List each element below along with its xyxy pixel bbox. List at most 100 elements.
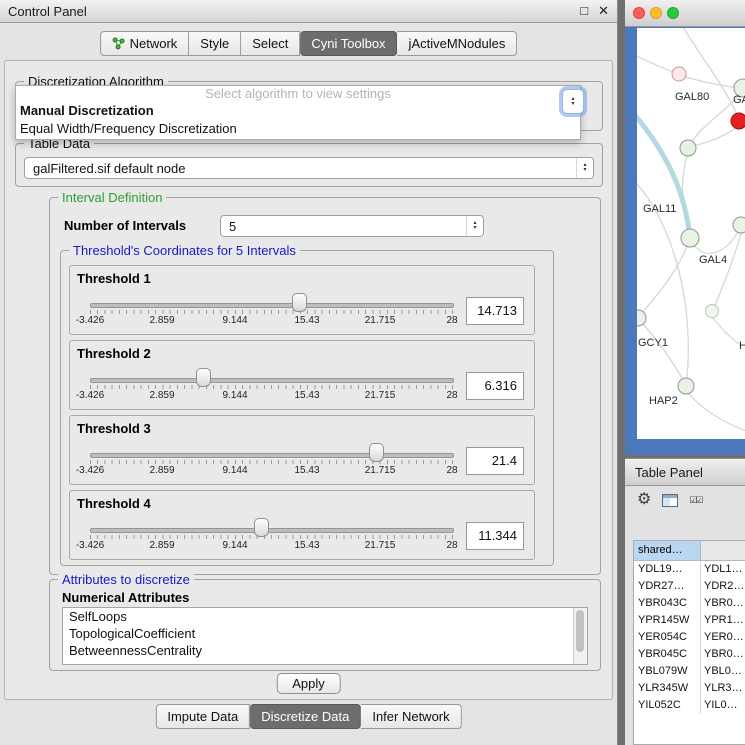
- tick-label: 15.43: [294, 315, 319, 326]
- cell: YLR345W: [634, 680, 701, 697]
- tick-label: 2.859: [149, 540, 174, 551]
- list-item[interactable]: TopologicalCoefficient: [63, 625, 587, 642]
- table-row[interactable]: YPR145W YPR1…: [634, 612, 745, 629]
- list-item[interactable]: SelfLoops: [63, 608, 587, 625]
- tab-label: Style: [200, 36, 229, 51]
- table-row[interactable]: YBR045C YBR0…: [634, 646, 745, 663]
- cell: YDL19…: [634, 561, 701, 578]
- tab-select[interactable]: Select: [241, 31, 300, 56]
- node-label: GA: [733, 94, 745, 106]
- network-node[interactable]: [733, 217, 745, 233]
- algorithm-combo-stepper[interactable]: ▴ ▾: [562, 89, 584, 114]
- cell: YBR045C: [634, 646, 701, 663]
- network-node[interactable]: [637, 310, 646, 326]
- table-row[interactable]: YBR043C YBR0…: [634, 595, 745, 612]
- tab-infer-network[interactable]: Infer Network: [361, 704, 461, 729]
- column-header-shared-name[interactable]: shared…: [634, 541, 701, 560]
- column-header-2[interactable]: [701, 541, 745, 560]
- float-window-icon[interactable]: □: [580, 3, 588, 19]
- threshold-value-field[interactable]: 11.344: [466, 522, 524, 550]
- table-panel: Table Panel ⚙ ☑☑ shared… YDL19… YDL1… YD…: [625, 458, 745, 745]
- threshold-label: Threshold 1: [77, 271, 151, 286]
- minimize-traffic-light[interactable]: [650, 7, 662, 19]
- cell: YIL0…: [701, 697, 745, 714]
- tab-label: Select: [252, 36, 288, 51]
- algorithm-option-equal-width[interactable]: Equal Width/Frequency Discretization: [16, 120, 580, 138]
- tick-label: 2.859: [149, 465, 174, 476]
- threshold-value-field[interactable]: 21.4: [466, 447, 524, 475]
- show-columns-icon[interactable]: [662, 494, 678, 507]
- node-label: GAL11: [643, 203, 676, 215]
- tab-impute-data[interactable]: Impute Data: [155, 704, 250, 729]
- table-row[interactable]: YLR345W YLR3…: [634, 680, 745, 697]
- slider-ticks: [90, 460, 453, 464]
- slider-ticks: [90, 385, 453, 389]
- number-of-intervals-label: Number of Intervals: [64, 218, 186, 233]
- tick-label: 28: [446, 315, 457, 326]
- threshold-value-field[interactable]: 14.713: [466, 297, 524, 325]
- cyni-toolbox-panel: Discretization Algorithm Select algorith…: [4, 60, 613, 700]
- cell: YBL079W: [634, 663, 701, 680]
- tab-discretize-data[interactable]: Discretize Data: [250, 704, 361, 729]
- number-of-intervals-combo[interactable]: 5 ▴ ▾: [220, 215, 484, 237]
- tick-label: 28: [446, 540, 457, 551]
- tick-label: 2.859: [149, 390, 174, 401]
- network-node[interactable]: [681, 229, 699, 247]
- cell: YBR0…: [701, 595, 745, 612]
- node-table: shared… YDL19… YDL1… YDR27… YDR2… YBR043…: [633, 540, 745, 745]
- node-label: GAL80: [675, 91, 709, 103]
- threshold-value-field[interactable]: 6.316: [466, 372, 524, 400]
- table-data-combo[interactable]: galFiltered.sif default node ▴ ▾: [24, 157, 594, 179]
- thresholds-group: Threshold's Coordinates for 5 Intervals …: [60, 250, 554, 566]
- slider-track[interactable]: [90, 303, 454, 308]
- combo-stepper-icon: ▴ ▾: [576, 158, 593, 178]
- select-columns-icon[interactable]: ☑☑: [689, 495, 701, 506]
- tick-label: 15.43: [294, 540, 319, 551]
- network-node[interactable]: [680, 140, 696, 156]
- close-traffic-light[interactable]: [633, 7, 645, 19]
- cell: YPR145W: [634, 612, 701, 629]
- tab-cyni-toolbox[interactable]: Cyni Toolbox: [300, 31, 397, 56]
- tab-label: Impute Data: [167, 709, 238, 724]
- cell: YIL052C: [634, 697, 701, 714]
- slider-track[interactable]: [90, 453, 454, 458]
- list-scrollbar[interactable]: [573, 608, 587, 664]
- slider-track[interactable]: [90, 528, 454, 533]
- cell: YBR043C: [634, 595, 701, 612]
- number-of-intervals-value: 5: [229, 219, 236, 234]
- table-row[interactable]: YER054C YER0…: [634, 629, 745, 646]
- table-row[interactable]: YDL19… YDL1…: [634, 561, 745, 578]
- tab-style[interactable]: Style: [189, 31, 241, 56]
- network-node[interactable]: [672, 67, 686, 81]
- table-row[interactable]: YDR27… YDR2…: [634, 578, 745, 595]
- cell: YBR0…: [701, 646, 745, 663]
- network-node[interactable]: [678, 378, 694, 394]
- gear-icon[interactable]: ⚙: [637, 492, 651, 508]
- cell: YDR27…: [634, 578, 701, 595]
- cell: YBL0…: [701, 663, 745, 680]
- tab-jactivemnodules[interactable]: jActiveMNodules: [398, 31, 518, 56]
- cell: YER054C: [634, 629, 701, 646]
- zoom-traffic-light[interactable]: [667, 7, 679, 19]
- table-header-row: shared…: [634, 541, 745, 561]
- network-node[interactable]: [706, 305, 719, 318]
- table-row[interactable]: YIL052C YIL0…: [634, 697, 745, 714]
- tick-label: 9.144: [222, 315, 247, 326]
- selected-red-node[interactable]: [731, 113, 745, 129]
- group-title: Threshold's Coordinates for 5 Intervals: [69, 243, 300, 258]
- algorithm-option-manual[interactable]: Manual Discretization: [16, 102, 580, 120]
- scrollbar-thumb[interactable]: [576, 610, 584, 652]
- table-row[interactable]: YBL079W YBL0…: [634, 663, 745, 680]
- arrow-down-icon: ▾: [473, 226, 476, 231]
- apply-button[interactable]: Apply: [276, 673, 341, 694]
- algorithm-combo-placeholder[interactable]: Select algorithm to view settings: [16, 86, 580, 102]
- threshold-3-box: Threshold 3 -3.426 2.859 9.144 15.43 21.…: [69, 415, 535, 485]
- algorithm-dropdown-popup: Select algorithm to view settings Manual…: [15, 85, 581, 140]
- tab-network[interactable]: Network: [100, 31, 190, 56]
- network-canvas[interactable]: GAL80 GA GAL11 GAL4 GCY1 HAP2 H: [637, 28, 745, 439]
- numerical-attributes-list: SelfLoops TopologicalCoefficient Between…: [62, 607, 588, 665]
- close-icon[interactable]: ✕: [598, 3, 609, 19]
- network-tab-icon: [112, 37, 125, 50]
- list-item[interactable]: BetweennessCentrality: [63, 642, 587, 659]
- slider-track[interactable]: [90, 378, 454, 383]
